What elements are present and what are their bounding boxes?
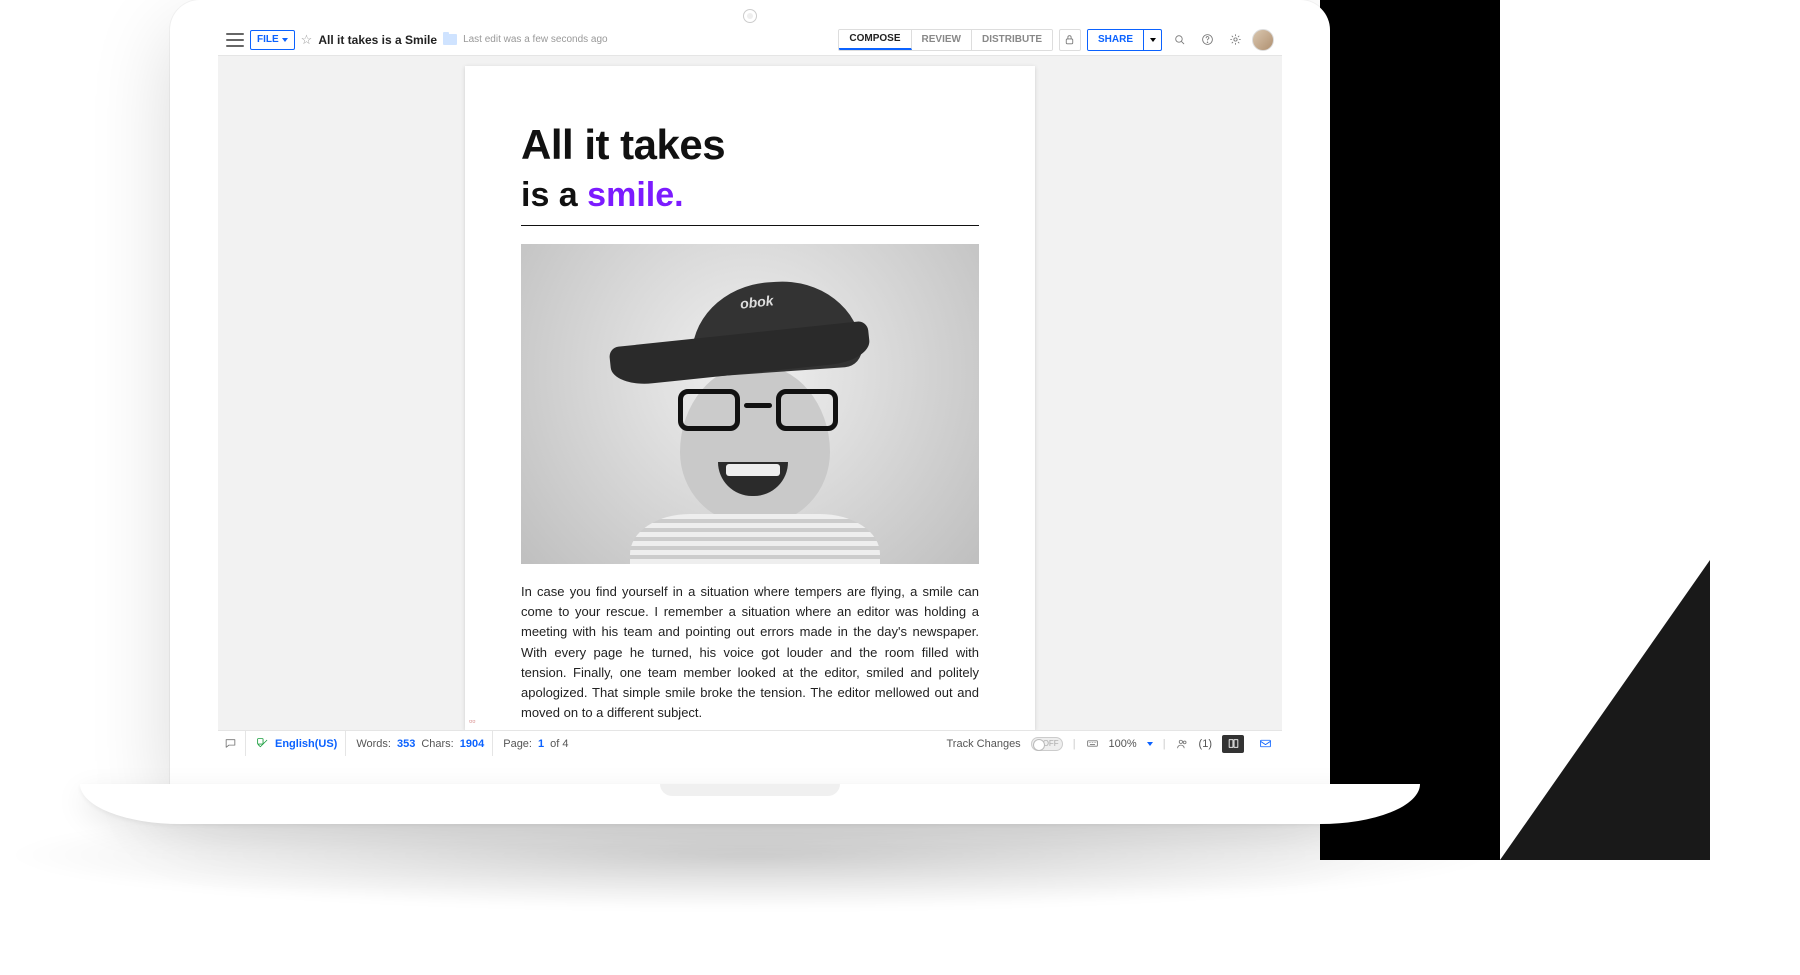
view-pages-button[interactable] — [1222, 735, 1244, 753]
track-changes-label: Track Changes — [947, 738, 1021, 750]
portrait-illustration: obok — [600, 264, 900, 564]
ruler-markers: ▫▫ — [469, 716, 475, 726]
camera-icon — [743, 9, 757, 23]
lock-button[interactable] — [1059, 29, 1081, 51]
document-canvas[interactable]: All it takes is a smile. obok — [218, 56, 1282, 730]
heading-prefix: is a — [521, 176, 587, 214]
status-bar: English(US) Words: 353 Chars: 1904 Page:… — [218, 730, 1282, 756]
page-total: of 4 — [550, 738, 568, 750]
heading-rule — [521, 225, 979, 226]
decorative-dark-panel — [1320, 0, 1500, 860]
laptop-frame: FILE ☆ All it takes is a Smile Last edit… — [170, 0, 1330, 870]
chevron-down-icon — [282, 38, 288, 42]
body-paragraph[interactable]: In case you find yourself in a situation… — [521, 582, 979, 723]
feedback-button[interactable] — [1254, 735, 1276, 753]
share-button-group: SHARE — [1087, 29, 1162, 51]
file-menu-button[interactable]: FILE — [250, 30, 295, 50]
words-label: Words: — [356, 738, 391, 750]
document-image[interactable]: obok — [521, 244, 979, 564]
chars-label: Chars: — [421, 738, 453, 750]
heading-line-1[interactable]: All it takes — [521, 122, 979, 168]
tab-distribute[interactable]: DISTRIBUTE — [972, 30, 1052, 50]
folder-icon[interactable] — [443, 34, 457, 45]
mode-switcher: COMPOSE REVIEW DISTRIBUTE — [838, 29, 1053, 51]
laptop-base — [80, 784, 1420, 824]
search-button[interactable] — [1168, 29, 1190, 51]
gear-icon — [1229, 33, 1242, 46]
last-edit-status: Last edit was a few seconds ago — [463, 34, 608, 45]
share-button[interactable]: SHARE — [1088, 30, 1143, 50]
file-menu-label: FILE — [257, 34, 279, 45]
search-icon — [1173, 33, 1186, 46]
top-toolbar: FILE ☆ All it takes is a Smile Last edit… — [218, 24, 1282, 56]
document-page[interactable]: All it takes is a smile. obok — [465, 66, 1035, 730]
help-icon — [1201, 33, 1214, 46]
page-label: Page: — [503, 738, 532, 750]
track-changes-toggle[interactable]: OFF — [1031, 737, 1063, 751]
share-dropdown[interactable] — [1143, 30, 1161, 50]
chevron-down-icon[interactable] — [1147, 742, 1153, 746]
collaborators-icon[interactable] — [1176, 737, 1189, 750]
words-count[interactable]: 353 — [397, 738, 415, 750]
document-title[interactable]: All it takes is a Smile — [318, 33, 437, 47]
zoom-level[interactable]: 100% — [1109, 738, 1137, 750]
tab-review[interactable]: REVIEW — [912, 30, 972, 50]
settings-button[interactable] — [1224, 29, 1246, 51]
menu-button[interactable] — [226, 33, 244, 47]
chevron-down-icon — [1150, 38, 1156, 42]
decorative-dark-flap — [1500, 560, 1710, 860]
app-screen: FILE ☆ All it takes is a Smile Last edit… — [218, 24, 1282, 756]
book-icon — [1227, 737, 1240, 750]
comment-icon[interactable] — [224, 737, 237, 750]
tab-compose[interactable]: COMPOSE — [839, 30, 911, 50]
page-current[interactable]: 1 — [538, 738, 544, 750]
help-button[interactable] — [1196, 29, 1218, 51]
lock-icon — [1063, 33, 1076, 46]
star-icon[interactable]: ☆ — [301, 32, 313, 48]
keyboard-icon[interactable] — [1086, 737, 1099, 750]
heading-accent: smile. — [587, 176, 683, 214]
user-avatar[interactable] — [1252, 29, 1274, 51]
language-selector[interactable]: English(US) — [275, 738, 337, 750]
spellcheck-icon[interactable] — [256, 737, 269, 750]
chars-count[interactable]: 1904 — [460, 738, 484, 750]
mail-icon — [1259, 737, 1272, 750]
track-state: OFF — [1043, 739, 1059, 748]
collaborator-count: (1) — [1199, 738, 1212, 750]
heading-line-2[interactable]: is a smile. — [521, 176, 979, 215]
